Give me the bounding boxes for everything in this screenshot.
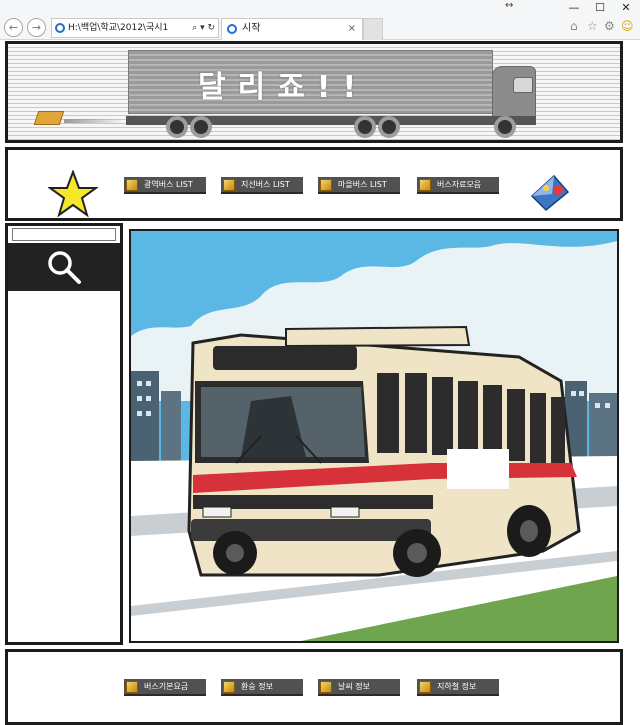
page-right-margin xyxy=(628,41,640,725)
new-tab-button[interactable] xyxy=(363,18,383,40)
nav-bullet-icon xyxy=(126,681,138,693)
mail-envelope-icon[interactable] xyxy=(528,172,572,212)
nav-button-village-bus-list[interactable]: 마을버스 LIST xyxy=(318,177,400,194)
browser-title-bar: ↔ — ☐ ✕ xyxy=(0,0,640,16)
favorites-star-icon[interactable]: ☆ xyxy=(587,19,598,33)
banner-title: 달리죠!! xyxy=(198,70,369,105)
truck-wheel xyxy=(166,116,188,138)
nav-button-label: 환승 정보 xyxy=(241,682,273,691)
nav-bullet-icon xyxy=(419,179,431,191)
package-box-icon xyxy=(33,111,65,125)
star-icon xyxy=(48,170,98,218)
nav-button-transfer-info[interactable]: 환승 정보 xyxy=(221,679,303,696)
speed-trail xyxy=(64,119,124,123)
search-button[interactable] xyxy=(8,243,120,291)
nav-button-weather-info[interactable]: 날씨 정보 xyxy=(318,679,400,696)
truck-wheel xyxy=(190,116,212,138)
truck-wheel xyxy=(354,116,376,138)
nav-button-label: 날씨 정보 xyxy=(338,682,370,691)
nav-button-bus-fare[interactable]: 버스기본요금 xyxy=(124,679,206,696)
smiley-feedback-icon[interactable]: ☺ xyxy=(621,19,634,33)
nav-button-label: 광역버스 LIST xyxy=(144,180,193,189)
nav-button-label: 버스기본요금 xyxy=(144,682,189,691)
nav-bullet-icon xyxy=(223,179,235,191)
home-icon[interactable]: ⌂ xyxy=(570,19,578,33)
ie-tab-icon xyxy=(227,24,237,34)
nav-button-label: 버스자료모음 xyxy=(437,180,482,189)
bus-illustration xyxy=(131,231,617,641)
back-button[interactable]: ← xyxy=(4,18,23,37)
close-window-button[interactable]: ✕ xyxy=(613,0,639,16)
nav-bullet-icon xyxy=(320,179,332,191)
minimize-button[interactable]: — xyxy=(561,0,587,16)
nav-button-label: 지하철 정보 xyxy=(437,682,477,691)
settings-gear-icon[interactable]: ⚙ xyxy=(604,19,615,33)
search-input[interactable] xyxy=(12,228,116,241)
sidebar xyxy=(5,223,123,645)
truck-wheel xyxy=(494,116,516,138)
tab-start[interactable]: 시작 × xyxy=(221,18,363,40)
nav-bullet-icon xyxy=(126,179,138,191)
nav-button-label: 마을버스 LIST xyxy=(338,180,387,189)
maximize-button[interactable]: ☐ xyxy=(587,0,613,16)
browser-toolbar: ← → H:\백업\학교\2012\국시1 ⌕ ▾ ↻ 시작 × ⌂ ☆ ⚙ ☺ xyxy=(0,16,640,40)
top-navigation: 광역버스 LIST 지선버스 LIST 마을버스 LIST 버스자료모음 xyxy=(5,147,623,221)
address-bar[interactable]: H:\백업\학교\2012\국시1 ⌕ ▾ ↻ xyxy=(51,18,219,38)
nav-button-label: 지선버스 LIST xyxy=(241,180,290,189)
nav-button-subway-info[interactable]: 지하철 정보 xyxy=(417,679,499,696)
resize-arrows-icon: ↔ xyxy=(505,0,514,11)
nav-button-express-bus-list[interactable]: 광역버스 LIST xyxy=(124,177,206,194)
close-tab-icon[interactable]: × xyxy=(348,19,356,39)
nav-bullet-icon xyxy=(320,681,332,693)
tab-title: 시작 xyxy=(242,23,261,34)
hero-bus-image xyxy=(129,229,619,643)
header-banner: 달리죠!! xyxy=(5,41,623,143)
forward-button[interactable]: → xyxy=(27,18,46,37)
bottom-navigation: 버스기본요금 환승 정보 날씨 정보 지하철 정보 xyxy=(5,649,623,725)
ie-page-icon xyxy=(55,23,65,33)
truck-wheel xyxy=(378,116,400,138)
nav-button-bus-resources[interactable]: 버스자료모음 xyxy=(417,177,499,194)
search-icon xyxy=(48,251,81,284)
nav-button-branch-bus-list[interactable]: 지선버스 LIST xyxy=(221,177,303,194)
nav-bullet-icon xyxy=(223,681,235,693)
nav-bullet-icon xyxy=(419,681,431,693)
page-content: 달리죠!! 광역버스 LIST 지선버스 LIST 마을버스 LIST 버스자료… xyxy=(0,41,640,725)
address-tools[interactable]: ⌕ ▾ ↻ xyxy=(192,19,215,37)
address-text: H:\백업\학교\2012\국시1 xyxy=(68,23,169,33)
